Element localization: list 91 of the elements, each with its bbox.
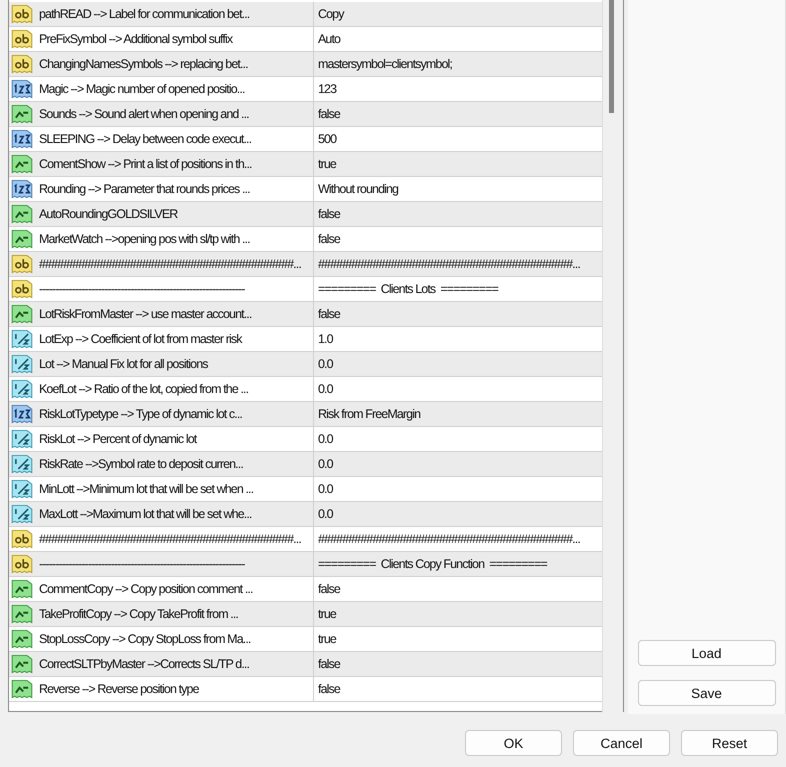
- parameter-value[interactable]: true: [318, 607, 336, 621]
- fraction-type-icon: [11, 478, 33, 500]
- parameter-value[interactable]: 0.0: [318, 432, 333, 446]
- save-button[interactable]: Save: [638, 680, 776, 706]
- parameter-name: MinLott -->Minimum lot that will be set when ...: [39, 482, 254, 496]
- parameter-name: RiskLot --> Percent of dynamic lot: [39, 432, 196, 446]
- toggle-type-icon: [11, 203, 33, 225]
- text-type-icon: [11, 278, 33, 300]
- parameter-name: ChangingNamesSymbols --> replacing bet...: [39, 57, 248, 71]
- fraction-type-icon: [11, 378, 33, 400]
- parameter-name: LotRiskFromMaster --> use master account...: [39, 307, 252, 321]
- parameter-name: ##########################################...: [39, 257, 301, 271]
- parameter-value[interactable]: Copy: [318, 7, 344, 21]
- toggle-type-icon: [11, 228, 33, 250]
- parameter-name: StopLossCopy --> Copy StopLoss from Ma...: [39, 632, 250, 646]
- parameter-value[interactable]: ========= Clients Lots =========: [318, 282, 498, 296]
- parameter-name: RiskRate -->Symbol rate to deposit curren...: [39, 457, 243, 471]
- parameter-value[interactable]: mastersymbol=clientsymbol;: [318, 57, 452, 71]
- parameter-name: Lot --> Manual Fix lot for all positions: [39, 357, 208, 371]
- integer-type-icon: [11, 403, 33, 425]
- load-button[interactable]: Load: [638, 640, 776, 666]
- parameter-name: ComentShow --> Print a list of positions in th...: [39, 157, 252, 171]
- parameter-name: KoefLot --> Ratio of the lot, copied from the ...: [39, 382, 248, 396]
- toggle-type-icon: [11, 603, 33, 625]
- parameter-name: CommentCopy --> Copy position comment ...: [39, 582, 253, 596]
- text-type-icon: [11, 3, 33, 25]
- parameter-name: Magic --> Magic number of opened positio...: [39, 82, 245, 96]
- parameter-value[interactable]: ========= Clients Copy Function =========: [318, 557, 547, 571]
- scrollbar[interactable]: [602, 0, 624, 712]
- parameter-value[interactable]: false: [318, 582, 340, 596]
- parameter-name: CorrectSLTPbyMaster -->Corrects SL/TP d...: [39, 657, 250, 671]
- toggle-type-icon: [11, 153, 33, 175]
- parameter-name: MarketWatch -->opening pos with sl/tp with ...: [39, 232, 250, 246]
- fraction-type-icon: [11, 328, 33, 350]
- text-type-icon: [11, 53, 33, 75]
- text-type-icon: [11, 528, 33, 550]
- toggle-type-icon: [11, 628, 33, 650]
- parameter-value[interactable]: false: [318, 307, 340, 321]
- parameter-name: ---------------------------------------------------------------: [39, 282, 245, 296]
- parameter-value[interactable]: 0.0: [318, 382, 333, 396]
- parameter-name: ##########################################...: [39, 532, 301, 546]
- integer-type-icon: [11, 128, 33, 150]
- parameter-name: MaxLott -->Maximum lot that will be set whe...: [39, 507, 252, 521]
- parameter-value[interactable]: 0.0: [318, 357, 333, 371]
- parameter-value[interactable]: true: [318, 157, 336, 171]
- parameter-value[interactable]: false: [318, 682, 340, 696]
- toggle-type-icon: [11, 653, 33, 675]
- parameter-value[interactable]: ##########################################...: [318, 257, 580, 271]
- fraction-type-icon: [11, 503, 33, 525]
- fraction-type-icon: [11, 453, 33, 475]
- parameter-name: PreFixSymbol --> Additional symbol suffix: [39, 32, 232, 46]
- toggle-type-icon: [11, 578, 33, 600]
- parameter-name: SLEEPING --> Delay between code execut...: [39, 132, 252, 146]
- reset-button[interactable]: Reset: [681, 730, 778, 756]
- scrollbar-thumb[interactable]: [609, 0, 614, 113]
- parameter-value[interactable]: false: [318, 207, 340, 221]
- parameter-value[interactable]: Auto: [318, 32, 340, 46]
- parameter-value[interactable]: false: [318, 657, 340, 671]
- fraction-type-icon: [11, 428, 33, 450]
- parameter-name: ---------------------------------------------------------------: [39, 557, 245, 571]
- text-type-icon: [11, 253, 33, 275]
- parameter-value[interactable]: ##########################################...: [318, 532, 580, 546]
- parameter-value[interactable]: Risk from FreeMargin: [318, 407, 420, 421]
- parameter-value[interactable]: 0.0: [318, 507, 333, 521]
- fraction-type-icon: [11, 353, 33, 375]
- parameter-name: Rounding --> Parameter that rounds prices ...: [39, 182, 250, 196]
- text-type-icon: [11, 28, 33, 50]
- parameter-value[interactable]: 1.0: [318, 332, 333, 346]
- toggle-type-icon: [11, 103, 33, 125]
- parameter-value[interactable]: true: [318, 632, 336, 646]
- text-type-icon: [11, 553, 33, 575]
- parameter-value[interactable]: 123: [318, 82, 336, 96]
- parameter-name: TakeProfitCopy --> Copy TakeProfit from ...: [39, 607, 238, 621]
- integer-type-icon: [11, 178, 33, 200]
- cancel-button[interactable]: Cancel: [573, 730, 670, 756]
- parameter-value[interactable]: 0.0: [318, 482, 333, 496]
- parameter-value[interactable]: Without rounding: [318, 182, 398, 196]
- parameter-name: Sounds --> Sound alert when opening and ...: [39, 107, 249, 121]
- parameter-name: LotExp --> Coefficient of lot from master risk: [39, 332, 242, 346]
- toggle-type-icon: [11, 303, 33, 325]
- toggle-type-icon: [11, 678, 33, 700]
- parameter-name: RiskLotTypetype --> Type of dynamic lot c...: [39, 407, 242, 421]
- parameter-value[interactable]: false: [318, 107, 340, 121]
- integer-type-icon: [11, 78, 33, 100]
- parameter-name: AutoRoundingGOLDSILVER: [39, 207, 178, 221]
- parameter-name: Reverse --> Reverse position type: [39, 682, 199, 696]
- ok-button[interactable]: OK: [465, 730, 562, 756]
- parameter-value[interactable]: false: [318, 232, 340, 246]
- parameter-value[interactable]: 500: [318, 132, 336, 146]
- parameter-name: pathREAD --> Label for communication bet...: [39, 7, 250, 21]
- parameter-value[interactable]: 0.0: [318, 457, 333, 471]
